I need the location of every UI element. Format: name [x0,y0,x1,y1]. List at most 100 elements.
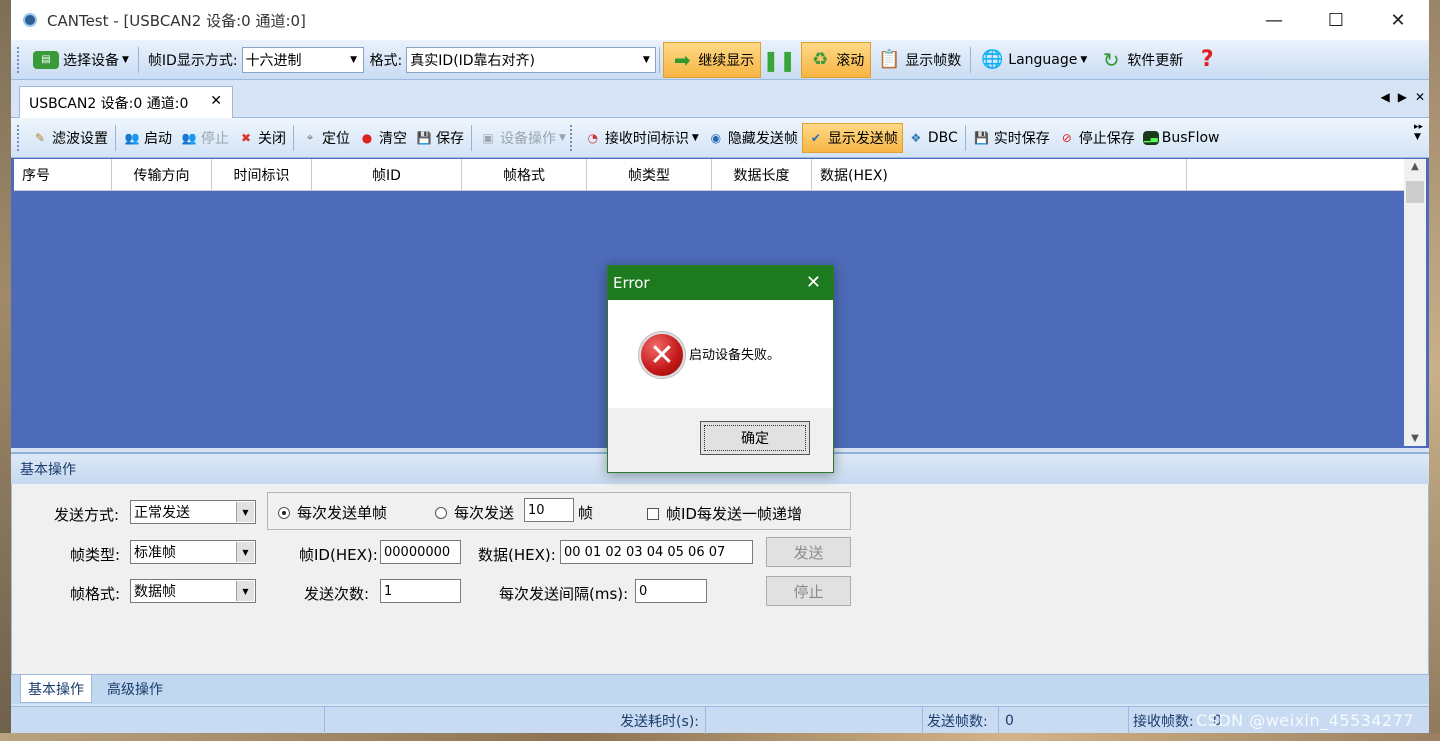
stop-save-label: 停止保存 [1078,130,1135,147]
status-segment [706,707,923,734]
frame-id-input[interactable]: 00000000 [380,540,461,564]
close-tab-icon[interactable]: ✕ [210,93,222,109]
title-bar: CANTest - [USBCAN2 设备:0 通道:0] — ☐ ✕ [11,0,1429,40]
chevron-down-icon: ▼ [642,54,650,65]
hide-icon: ◉ [710,130,722,145]
help-icon: ? [1200,47,1214,72]
stop-button[interactable]: 👥 停止 [176,123,233,153]
software-update-button[interactable]: ↻ 软件更新 [1093,42,1189,78]
close-window-button[interactable]: ✕ [1367,0,1429,40]
send-mode-select[interactable]: 正常发送 ▼ [130,500,256,524]
data-hex-input[interactable]: 00 01 02 03 04 05 06 07 [560,540,753,564]
realtime-save-button[interactable]: 💾 实时保存 [969,123,1054,153]
help-button[interactable]: ? [1189,42,1229,78]
briefcase-icon: ▣ [482,130,494,145]
dbc-button[interactable]: ❖ DBC [903,123,962,153]
chevron-down-icon: ▼ [236,502,254,522]
radio-multi-label: 每次发送 [454,504,515,522]
basic-ops-panel: 发送方式: 正常发送 ▼ 每次发送单帧 每次发送 10 帧 帧ID每发送一帧递增… [11,484,1429,674]
radio-selected-icon [278,506,290,519]
column-header[interactable]: 帧格式 [462,159,587,191]
app-window: CANTest - [USBCAN2 设备:0 通道:0] — ☐ ✕ ▤ 选择… [11,0,1429,734]
receive-timestamp-label: 接收时间标识 [604,130,689,147]
close-document-icon[interactable]: ✕ [1415,90,1425,104]
receive-timestamp-button[interactable]: ◔ 接收时间标识 ▼ [580,123,703,153]
maximize-button[interactable]: ☐ [1305,0,1367,40]
column-header[interactable]: 序号 [14,159,112,191]
busflow-chart-icon: ▁▃ [1142,130,1159,145]
device-ops-label: 设备操作 [500,130,556,147]
tab-basic-ops[interactable]: 基本操作 [20,675,92,703]
column-header[interactable]: 传输方向 [112,159,212,191]
stop-send-button[interactable]: 停止 [766,576,851,606]
frame-type-select[interactable]: 标准帧 ▼ [130,540,256,564]
save-button[interactable]: 💾 保存 [411,123,468,153]
increment-id-checkbox[interactable]: 帧ID每发送一帧递增 [647,503,802,524]
select-device-button[interactable]: ▤ 选择设备 ▼ [27,42,135,78]
radio-multi-frame[interactable]: 每次发送 [435,502,514,523]
frame-format-select[interactable]: 数据帧 ▼ [130,579,256,603]
toolbar-separator [471,124,472,151]
filter-settings-button[interactable]: ✎ 滤波设置 [27,123,112,153]
scroll-button[interactable]: ♻ 滚动 [801,41,872,78]
scroll-down-icon[interactable]: ▼ [1404,433,1426,444]
bottom-tab-strip: 基本操作 高级操作 [11,674,1429,704]
device-ops-button[interactable]: ▣ 设备操作 ▼ [475,123,570,153]
document-tab[interactable]: USBCAN2 设备:0 通道:0 ✕ [19,86,233,118]
locate-icon: ⌖ [306,130,314,144]
toolbar-grip[interactable] [569,124,574,151]
tab-scroll-left-icon[interactable]: ◀ [1380,90,1389,104]
format-select[interactable]: 真实ID(ID靠右对齐) ▼ [406,46,657,73]
column-header[interactable]: 帧ID [312,159,462,191]
column-header[interactable]: 帧类型 [587,159,712,191]
dialog-close-icon[interactable]: ✕ [806,272,821,293]
stop-sign-icon: ⊘ [1061,130,1072,145]
sent-frames-value: 0 [1001,707,1129,734]
interval-input[interactable]: 0 [635,579,707,603]
close-device-label: 关闭 [258,130,286,147]
radio-single-frame[interactable]: 每次发送单帧 [278,502,387,523]
locate-button[interactable]: ⌖ 定位 [297,123,354,153]
hide-sent-frames-label: 隐藏发送帧 [727,130,798,147]
pause-button[interactable]: ❚❚ [761,42,801,78]
frame-id-display-select[interactable]: 十六进制 ▼ [241,46,364,73]
send-button[interactable]: 发送 [766,537,851,567]
status-segment [11,707,325,734]
minimize-button[interactable]: — [1243,0,1305,40]
dialog-title: Error [613,274,650,292]
desktop-background-right [1429,0,1440,741]
hide-sent-frames-button[interactable]: ◉ 隐藏发送帧 [703,123,802,153]
clear-button[interactable]: ● 清空 [354,123,411,153]
interval-label: 每次发送间隔(ms): [499,585,629,603]
show-sent-frames-button[interactable]: ✔ 显示发送帧 [801,122,903,153]
scroll-thumb[interactable] [1406,181,1424,203]
scroll-label: 滚动 [836,52,865,69]
toolbar-grip[interactable] [17,124,21,151]
multi-frame-count-input[interactable]: 10 [524,498,574,522]
column-header[interactable]: 数据长度 [712,159,812,191]
chevron-down-icon: ▼ [1080,54,1088,65]
column-header[interactable]: 数据(HEX) [812,159,1187,191]
column-header[interactable]: 时间标识 [212,159,312,191]
scroll-up-icon[interactable]: ▲ [1404,161,1426,172]
clear-icon: ● [361,130,373,145]
send-count-input[interactable]: 1 [380,579,461,603]
ok-button[interactable]: 确定 [700,421,810,455]
stop-save-button[interactable]: ⊘ 停止保存 [1054,123,1139,153]
grid-header: 序号 传输方向 时间标识 帧ID 帧格式 帧类型 数据长度 数据(HEX) [14,159,1404,191]
language-label: Language [1008,51,1078,68]
language-button[interactable]: 🌐 Language ▼ [974,42,1093,78]
start-button[interactable]: 👥 启动 [119,123,176,153]
close-device-button[interactable]: ✖ 关闭 [233,123,290,153]
show-frame-count-button[interactable]: 📋 显示帧数 [871,42,967,78]
tab-advanced-ops[interactable]: 高级操作 [100,675,170,703]
tab-scroll-right-icon[interactable]: ▶ [1398,90,1407,104]
toolbar-grip[interactable] [17,46,21,73]
busflow-label: BusFlow [1161,129,1220,146]
clock-icon: ◔ [587,130,599,145]
grid-vertical-scrollbar[interactable]: ▲ ▼ [1404,159,1426,446]
continue-display-button[interactable]: ➡ 继续显示 [663,41,762,78]
toolbar-overflow-icon[interactable]: ▸▸ ▼ [1414,122,1423,142]
busflow-button[interactable]: ▁▃ BusFlow [1139,123,1224,153]
frame-id-display-label: 帧ID显示方式: [147,52,238,69]
